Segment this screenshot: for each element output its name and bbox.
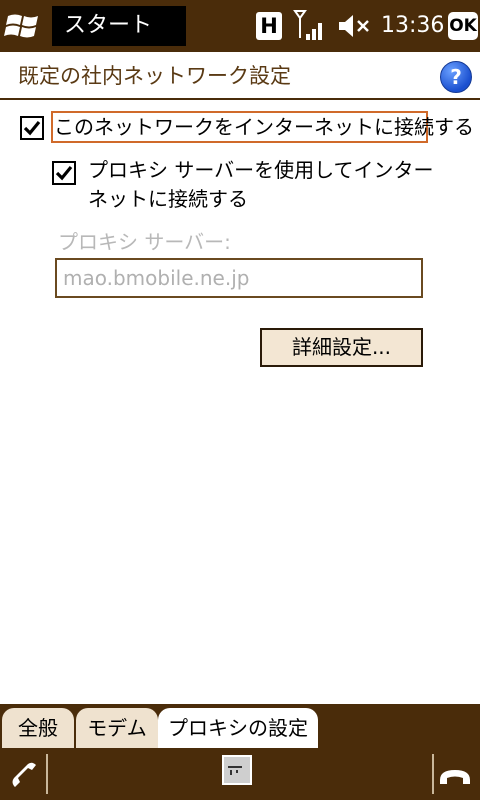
command-bar-separator [46, 754, 48, 794]
proxy-server-input[interactable]: mao.bmobile.ne.jp [55, 258, 423, 298]
volume-muted-icon[interactable] [336, 12, 372, 40]
phone-call-icon[interactable] [8, 760, 40, 790]
phone-end-icon[interactable] [438, 766, 472, 786]
tab-proxy-settings[interactable]: プロキシの設定 [158, 708, 318, 748]
ok-button[interactable]: OK [448, 12, 478, 40]
connect-internet-checkbox[interactable] [20, 116, 44, 140]
proxy-server-label: プロキシ サーバー: [58, 230, 231, 254]
input-panel-glyph [228, 766, 242, 775]
tab-modem[interactable]: モデム [76, 708, 158, 748]
advanced-settings-button[interactable]: 詳細設定... [260, 328, 423, 367]
windows-start-icon[interactable] [4, 8, 44, 44]
tab-general[interactable]: 全般 [2, 708, 74, 748]
page-title: 既定の社内ネットワーク設定 [18, 64, 291, 88]
checkmark-icon [23, 120, 41, 136]
signal-icon[interactable] [292, 8, 326, 44]
use-proxy-checkbox[interactable] [52, 161, 76, 185]
help-icon[interactable]: ? [440, 61, 472, 93]
header-divider [0, 98, 480, 100]
use-proxy-label[interactable]: プロキシ サーバーを使用してインターネットに接続する [88, 156, 438, 214]
network-type-badge[interactable]: H [256, 12, 282, 40]
clock[interactable]: 13:36 [381, 6, 444, 46]
checkmark-icon [55, 165, 73, 181]
keyboard-icon[interactable] [222, 755, 252, 785]
command-bar-separator [432, 754, 434, 794]
app-title[interactable]: スタート [52, 6, 186, 46]
connect-internet-label[interactable]: このネットワークをインターネットに接続する [54, 112, 474, 142]
